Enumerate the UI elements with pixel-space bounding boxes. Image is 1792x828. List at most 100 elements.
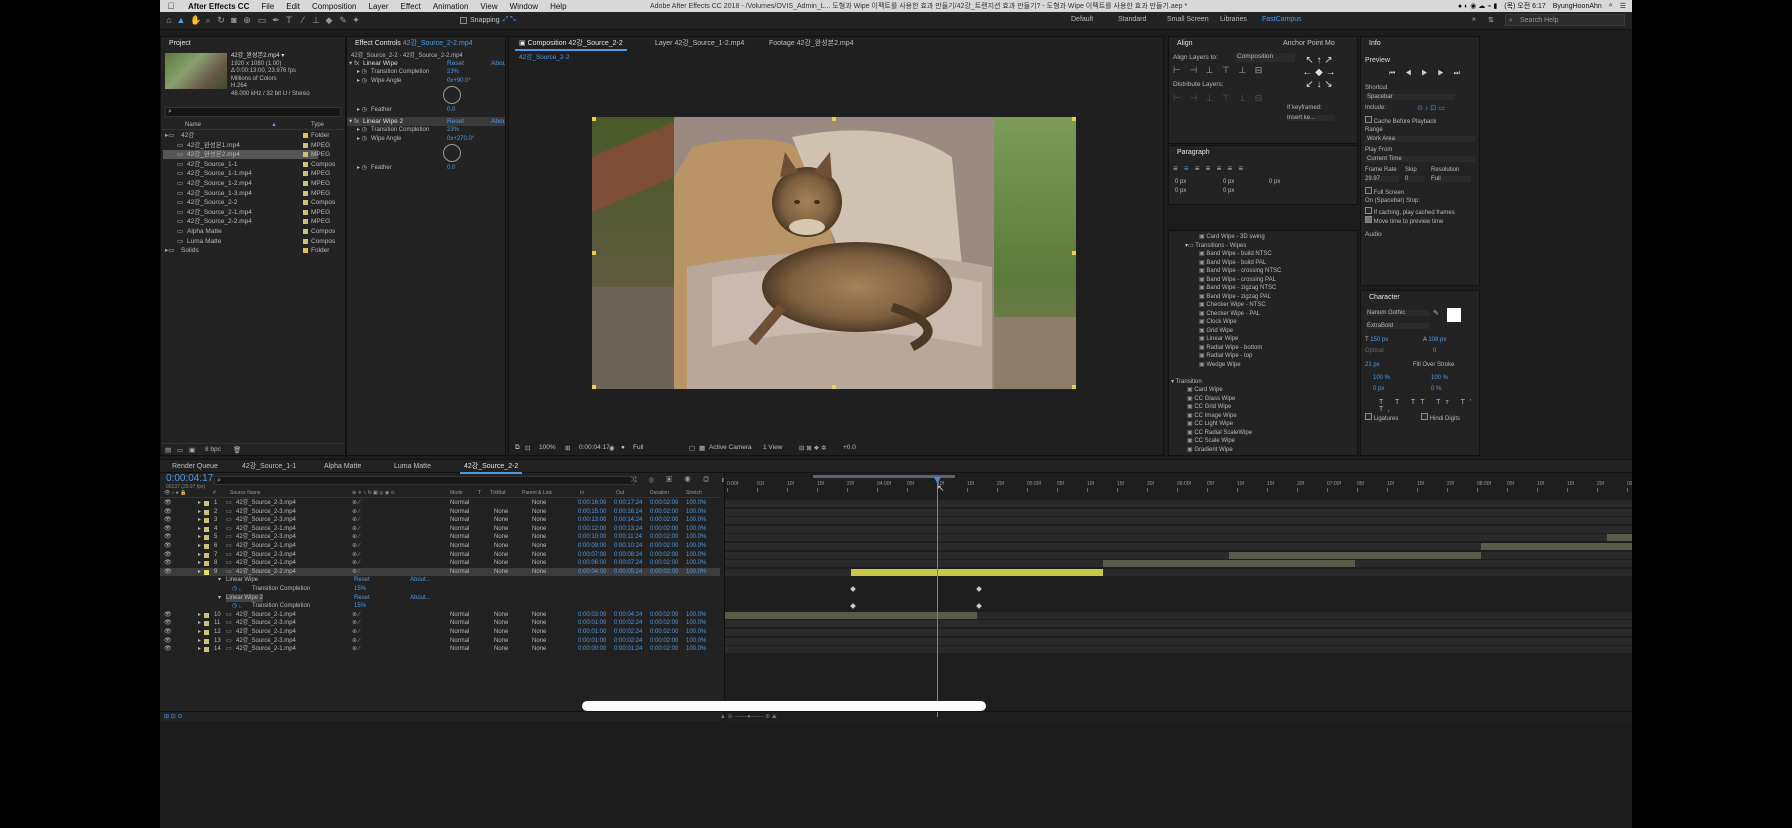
bpc-label[interactable]: 8 bpc bbox=[205, 446, 221, 453]
label-color-swatch[interactable] bbox=[303, 171, 308, 177]
views-select[interactable]: 1 View bbox=[763, 444, 782, 451]
sync-icon[interactable]: ⇅ bbox=[1488, 16, 1494, 24]
hindi-digits-checkbox[interactable] bbox=[1421, 413, 1428, 420]
table-row[interactable]: 👁 ▸ 4 ▭ 42강_Source_2-1.mp4 ⊕ ∕ Normal None None 0… bbox=[160, 525, 720, 534]
property-value[interactable]: 15% bbox=[354, 602, 366, 611]
in-time[interactable]: 0:00:01:00 bbox=[578, 637, 606, 646]
duration-time[interactable]: 0:00:02:00 bbox=[650, 611, 678, 620]
visibility-icon[interactable]: 👁 bbox=[164, 611, 172, 620]
lock-icon[interactable]: ▣ bbox=[519, 40, 526, 47]
ligatures-checkbox[interactable] bbox=[1365, 413, 1372, 420]
effect-preset-item[interactable]: ▣ Band Wipe - zigzag PAL bbox=[1199, 293, 1271, 302]
preset-folder[interactable]: ▾▭ Transitions - Wipes bbox=[1185, 242, 1246, 251]
label-color-swatch[interactable] bbox=[204, 569, 209, 575]
duration-time[interactable]: 0:00:02:00 bbox=[650, 525, 678, 534]
effect-preset-item[interactable]: ▣ CC Grid Wipe bbox=[1187, 403, 1231, 412]
expand-icon[interactable]: ▸ bbox=[198, 533, 201, 542]
mode-select[interactable]: Normal bbox=[450, 628, 469, 637]
visibility-icon[interactable]: 👁 bbox=[164, 645, 172, 654]
column-name[interactable]: Name bbox=[185, 122, 201, 128]
table-row[interactable]: 👁 ▸ 6 ▭ 42강_Source_2-1.mp4 ⊕ ∕ Normal None None 0… bbox=[160, 542, 720, 551]
leading[interactable]: 108 px bbox=[1428, 337, 1446, 343]
duration-time[interactable]: 0:00:02:00 bbox=[650, 533, 678, 542]
snapping-checkbox[interactable] bbox=[460, 16, 467, 24]
project-item[interactable]: ▭ 42강_Source_1-1 Compos bbox=[163, 160, 335, 169]
clock[interactable]: (목) 오전 6:17 bbox=[1504, 1, 1546, 11]
project-item[interactable]: ▭ 42강_Source_2-1.mp4 MPEG bbox=[163, 208, 330, 217]
table-row[interactable]: 👁 ▸ 8 ▭ 42강_Source_2-1.mp4 ⊕ ∕ Normal None None 0… bbox=[160, 559, 720, 568]
col-source-name[interactable]: Source Name bbox=[230, 490, 261, 496]
mode-select[interactable]: Normal bbox=[450, 568, 469, 577]
vertical-scale[interactable]: 100 % bbox=[1373, 375, 1390, 381]
stopwatch-icon[interactable]: ◷ ⌞ bbox=[232, 585, 242, 594]
current-time[interactable]: 0:00:04:17 bbox=[579, 444, 610, 451]
effect-preset-item[interactable]: ▣ Radial Wipe - top bbox=[1199, 352, 1252, 361]
expand-icon[interactable]: ▸ bbox=[198, 559, 201, 568]
effect-property[interactable]: ▸ ◷ Feather 0.0 bbox=[347, 106, 505, 115]
duration-time[interactable]: 0:00:02:00 bbox=[650, 551, 678, 560]
horizontal-scale[interactable]: 100 % bbox=[1431, 375, 1448, 381]
parent-select[interactable]: None bbox=[532, 637, 546, 646]
trkmat-select[interactable]: None bbox=[494, 559, 508, 568]
keyframe[interactable] bbox=[976, 586, 982, 592]
effect-about-link[interactable]: About... bbox=[491, 59, 505, 68]
workspace-default[interactable]: Default bbox=[1071, 16, 1093, 23]
parent-select[interactable]: None bbox=[532, 542, 546, 551]
label-color-swatch[interactable] bbox=[303, 161, 308, 167]
visibility-icon[interactable]: 👁 bbox=[164, 559, 172, 568]
in-time[interactable]: 0:00:03:00 bbox=[578, 611, 606, 620]
stopwatch-icon[interactable]: ▸ ◷ bbox=[357, 164, 367, 173]
effect-preset-item[interactable]: ▣ Grid Wipe bbox=[1199, 327, 1233, 336]
duration-time[interactable]: 0:00:02:00 bbox=[650, 508, 678, 517]
column-type[interactable]: Type bbox=[311, 122, 324, 128]
layer-name[interactable]: 42강_Source_2-1.mp4 bbox=[236, 645, 296, 654]
duration-time[interactable]: 0:00:02:00 bbox=[650, 516, 678, 525]
out-time[interactable]: 0:00:10:24 bbox=[614, 542, 642, 551]
layer-handle[interactable] bbox=[832, 117, 836, 121]
effect-preset-item[interactable]: ▣ Linear Wipe bbox=[1199, 335, 1238, 344]
trkmat-select[interactable]: None bbox=[494, 516, 508, 525]
out-time[interactable]: 0:00:02:24 bbox=[614, 637, 642, 646]
selection-tool-icon[interactable]: ▲ bbox=[176, 15, 186, 25]
menu-edit[interactable]: Edit bbox=[280, 2, 306, 11]
timeline-search-input[interactable]: ⌕ bbox=[214, 476, 634, 485]
timeline-current-time[interactable]: 0:00:04:17 bbox=[166, 473, 213, 484]
stretch-value[interactable]: 100.0% bbox=[686, 551, 706, 560]
layer-switches[interactable]: ⊕ ∕ bbox=[352, 559, 360, 568]
distribute-buttons[interactable]: ⊢ ⊣ ⊥ ⊤ ⊥ ⊟ bbox=[1173, 93, 1265, 104]
out-time[interactable]: 0:00:13:24 bbox=[614, 525, 642, 534]
effect-row[interactable]: ▾ Linear Wipe 2 Reset About... bbox=[160, 593, 720, 603]
workspace-libraries[interactable]: Libraries bbox=[1220, 16, 1247, 23]
snapping-toggle[interactable]: Snapping ⤢ ⤡ bbox=[460, 16, 516, 24]
label-color-swatch[interactable] bbox=[204, 638, 209, 644]
effect-toggle-icon[interactable]: ▾ fx bbox=[349, 59, 359, 68]
menu-window[interactable]: Window bbox=[504, 2, 544, 11]
font-style-select[interactable]: ExtraBold bbox=[1365, 323, 1429, 329]
layer-switches[interactable]: ⊕ ∕ bbox=[352, 619, 360, 628]
tab-comp-source-1-1[interactable]: 42강_Source_1-1 bbox=[238, 460, 300, 474]
trkmat-select[interactable]: None bbox=[494, 542, 508, 551]
layer-name[interactable]: 42강_Source_2-2.mp4 bbox=[236, 568, 296, 577]
stopwatch-icon[interactable]: ▸ ◷ bbox=[357, 77, 367, 86]
sort-icon[interactable]: ▲ bbox=[271, 122, 277, 128]
if-caching-option[interactable]: If caching, play cached frames bbox=[1365, 207, 1455, 216]
visibility-icon[interactable]: 👁 bbox=[164, 516, 172, 525]
spotlight-icon[interactable]: ⌕ bbox=[1609, 2, 1613, 10]
out-time[interactable]: 0:00:17:24 bbox=[614, 499, 642, 508]
project-item[interactable]: ▭ 42강_Source_1-1.mp4 MPEG bbox=[163, 169, 330, 178]
composition-frame[interactable] bbox=[592, 117, 1076, 389]
rectangle-tool-icon[interactable]: ▭ bbox=[257, 15, 267, 25]
expand-icon[interactable]: ▸ bbox=[198, 611, 201, 620]
parent-select[interactable]: None bbox=[532, 508, 546, 517]
expand-icon[interactable]: ▸ bbox=[198, 628, 201, 637]
hand-tool-icon[interactable]: ✋ bbox=[190, 15, 201, 25]
in-time[interactable]: 0:00:00:00 bbox=[578, 645, 606, 654]
out-time[interactable]: 0:00:02:24 bbox=[614, 619, 642, 628]
layer-name[interactable]: 42강_Source_2-3.mp4 bbox=[236, 637, 296, 646]
stretch-value[interactable]: 100.0% bbox=[686, 508, 706, 517]
table-row[interactable]: 👁 ▸ 1 ▭ 42강_Source_2-3.mp4 ⊕ ∕ Normal None 0:00:… bbox=[160, 499, 720, 508]
layer-name[interactable]: 42강_Source_2-1.mp4 bbox=[236, 628, 296, 637]
zoom-tool-icon[interactable]: ⌕ bbox=[203, 15, 213, 25]
effect-preset-item[interactable]: ▣ Card Wipe bbox=[1187, 386, 1223, 395]
effect-preset-item[interactable]: ▣ CC Light Wipe bbox=[1187, 420, 1233, 429]
